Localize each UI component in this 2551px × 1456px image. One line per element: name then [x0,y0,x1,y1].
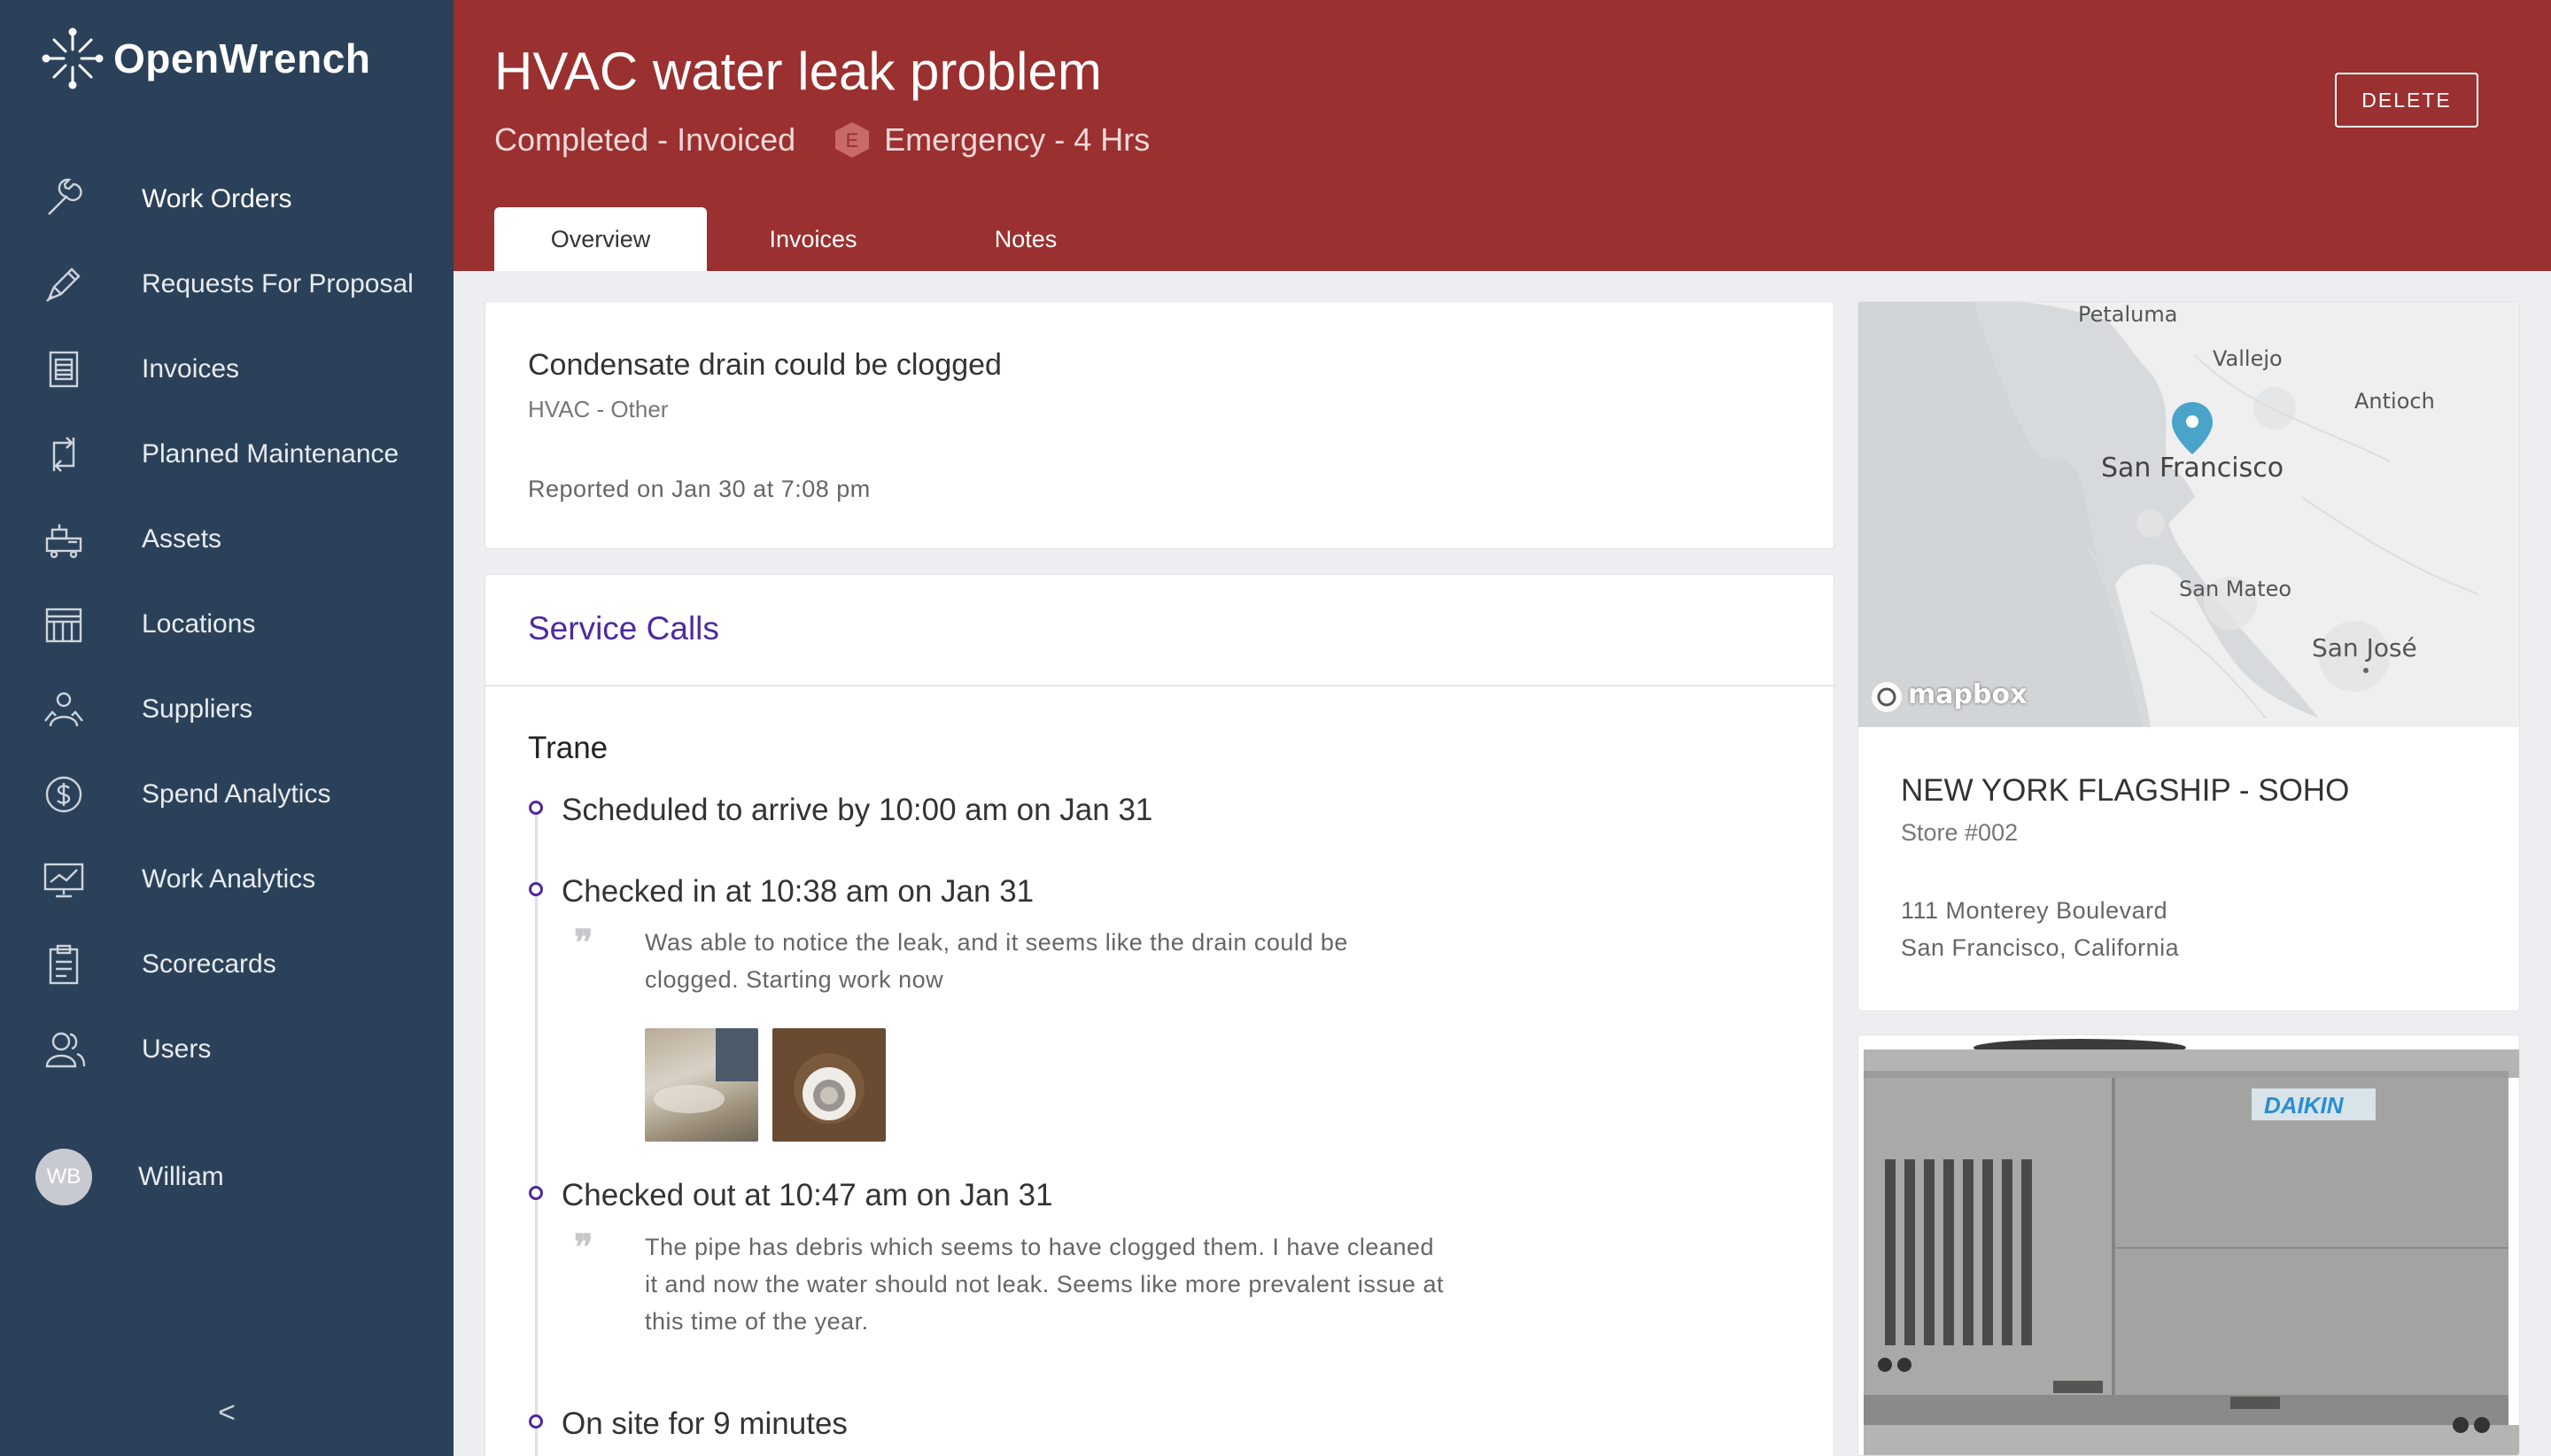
tab-overview[interactable]: Overview [494,207,707,271]
sidebar-item-label: Assets [142,524,222,554]
hvac-unit-image: DAIKIN [1858,1035,2519,1455]
sidebar-item-requests-for-proposal[interactable]: Requests For Proposal [0,242,454,327]
work-order-subline: Completed - Invoiced E Emergency - 4 Hrs [494,120,1150,159]
priority-badge-letter: E [846,129,859,151]
openwrench-logo-icon [42,27,104,89]
sidebar-item-label: Requests For Proposal [142,269,414,298]
store-icon [39,600,89,649]
page-title: HVAC water leak problem [494,42,1102,101]
sidebar-item-label: Suppliers [142,694,253,724]
priority-text: Emergency - 4 Hrs [884,121,1151,158]
timeline-dot [529,1414,543,1429]
timeline-event: On site for 9 minutes [562,1406,848,1441]
sidebar-item-invoices[interactable]: Invoices [0,327,454,412]
map-graphic [1858,302,2519,727]
sidebar-item-work-analytics[interactable]: Work Analytics [0,837,454,922]
brand-name: OpenWrench [113,35,371,81]
timeline-event: Checked in at 10:38 am on Jan 31 [562,874,1035,909]
quote-icon: ❞ [574,1227,593,1268]
sidebar-item-label: Work Orders [142,184,292,213]
problem-category: HVAC - Other [528,396,669,422]
timeline-dot [529,882,543,896]
location-name[interactable]: NEW YORK FLAGSHIP - SOHO [1901,773,2349,809]
recurring-icon [39,430,89,479]
sidebar-item-planned-maintenance[interactable]: Planned Maintenance [0,412,454,497]
tab-invoices[interactable]: Invoices [707,207,919,271]
pen-icon [39,259,89,309]
event-note-line: Was able to notice the leak, and it seem… [645,929,1348,956]
photo-thumbnail[interactable] [645,1028,758,1142]
tab-notes[interactable]: Notes [919,207,1132,271]
map-label: San Mateo [2179,577,2292,601]
reported-date: Reported on Jan 30 at 7:08 pm [528,476,871,502]
service-calls-card: Service Calls Trane Scheduled to arrive … [485,574,1834,1456]
map-attribution[interactable]: mapbox [1908,679,2027,710]
sidebar-nav: Work Orders Requests For Proposal Invoic… [0,157,454,1092]
users-icon [39,1025,89,1074]
address-line-1: 111 Monterey Boulevard [1901,897,2168,924]
sidebar-item-suppliers[interactable]: Suppliers [0,667,454,752]
sidebar-item-label: Invoices [142,354,240,383]
map-label: San José [2312,633,2417,662]
user-name: William [138,1162,224,1191]
problem-title: Condensate drain could be clogged [528,348,1002,382]
sidebar-item-label: Scorecards [142,949,276,979]
dollar-icon [39,770,89,819]
clipboard-icon [39,940,89,989]
photo-thumbnail[interactable] [772,1028,886,1142]
timeline-dot [529,801,543,815]
priority-badge-icon: E [835,122,870,158]
work-order-header: HVAC water leak problem Completed - Invo… [454,0,2551,271]
map-label: Vallejo [2213,346,2283,371]
mapbox-logo-icon [1872,682,1902,712]
event-note-line: clogged. Starting work now [645,966,944,993]
service-calls-header: Service Calls [485,575,1834,686]
priority: E Emergency - 4 Hrs [833,120,1150,159]
tabs: Overview Invoices Notes [494,207,1132,271]
timeline-event: Checked out at 10:47 am on Jan 31 [562,1178,1053,1212]
map-label: San Francisco [2101,453,2284,484]
sidebar-item-locations[interactable]: Locations [0,582,454,667]
map-label: Petaluma [2078,302,2178,327]
timeline-line [535,812,538,1456]
brand[interactable]: OpenWrench [41,27,370,90]
problem-card: Condensate drain could be clogged HVAC -… [485,301,1834,549]
store-number: Store #002 [1901,819,2019,846]
timeline-event: Scheduled to arrive by 10:00 am on Jan 3… [562,793,1153,827]
timeline-dot [529,1186,543,1200]
sidebar-item-scorecards[interactable]: Scorecards [0,922,454,1007]
quote-icon: ❞ [574,922,593,964]
event-note-line: The pipe has debris which seems to have … [645,1234,1435,1260]
sidebar-item-assets[interactable]: Assets [0,497,454,582]
wrench-icon [39,174,89,224]
event-note-line: this time of the year. [645,1308,869,1335]
sidebar-item-spend-analytics[interactable]: Spend Analytics [0,752,454,837]
address-line-2: San Francisco, California [1901,934,2180,961]
sidebar-item-work-orders[interactable]: Work Orders [0,157,454,242]
delete-button[interactable]: DELETE [2335,73,2478,128]
sidebar-item-label: Users [142,1034,212,1064]
sidebar-item-label: Work Analytics [142,864,316,894]
sidebar-item-label: Planned Maintenance [142,439,399,469]
sidebar-item-label: Locations [142,609,256,639]
vendor-name: Trane [528,731,609,765]
user-menu[interactable]: WB William [35,1149,224,1205]
asset-card[interactable]: DAIKIN [1857,1034,2520,1456]
sidebar-item-users[interactable]: Users [0,1007,454,1092]
presentation-chart-icon [39,855,89,904]
sidebar: OpenWrench Work Orders Requests For Prop… [0,0,454,1456]
event-note-line: it and now the water should not leak. Se… [645,1271,1444,1297]
service-calls-heading: Service Calls [528,610,719,647]
location-card: Petaluma Vallejo Antioch San Francisco S… [1857,301,2520,1011]
avatar: WB [35,1149,92,1205]
location-map[interactable]: Petaluma Vallejo Antioch San Francisco S… [1858,302,2519,727]
status-text: Completed - Invoiced [494,121,796,158]
map-label: Antioch [2354,389,2435,414]
collapse-sidebar-button[interactable]: < [214,1396,239,1431]
sidebar-item-label: Spend Analytics [142,779,331,809]
asset-brand-label: DAIKIN [2264,1092,2345,1119]
equipment-icon [39,515,89,564]
suppliers-icon [39,685,89,734]
invoice-icon [39,345,89,394]
